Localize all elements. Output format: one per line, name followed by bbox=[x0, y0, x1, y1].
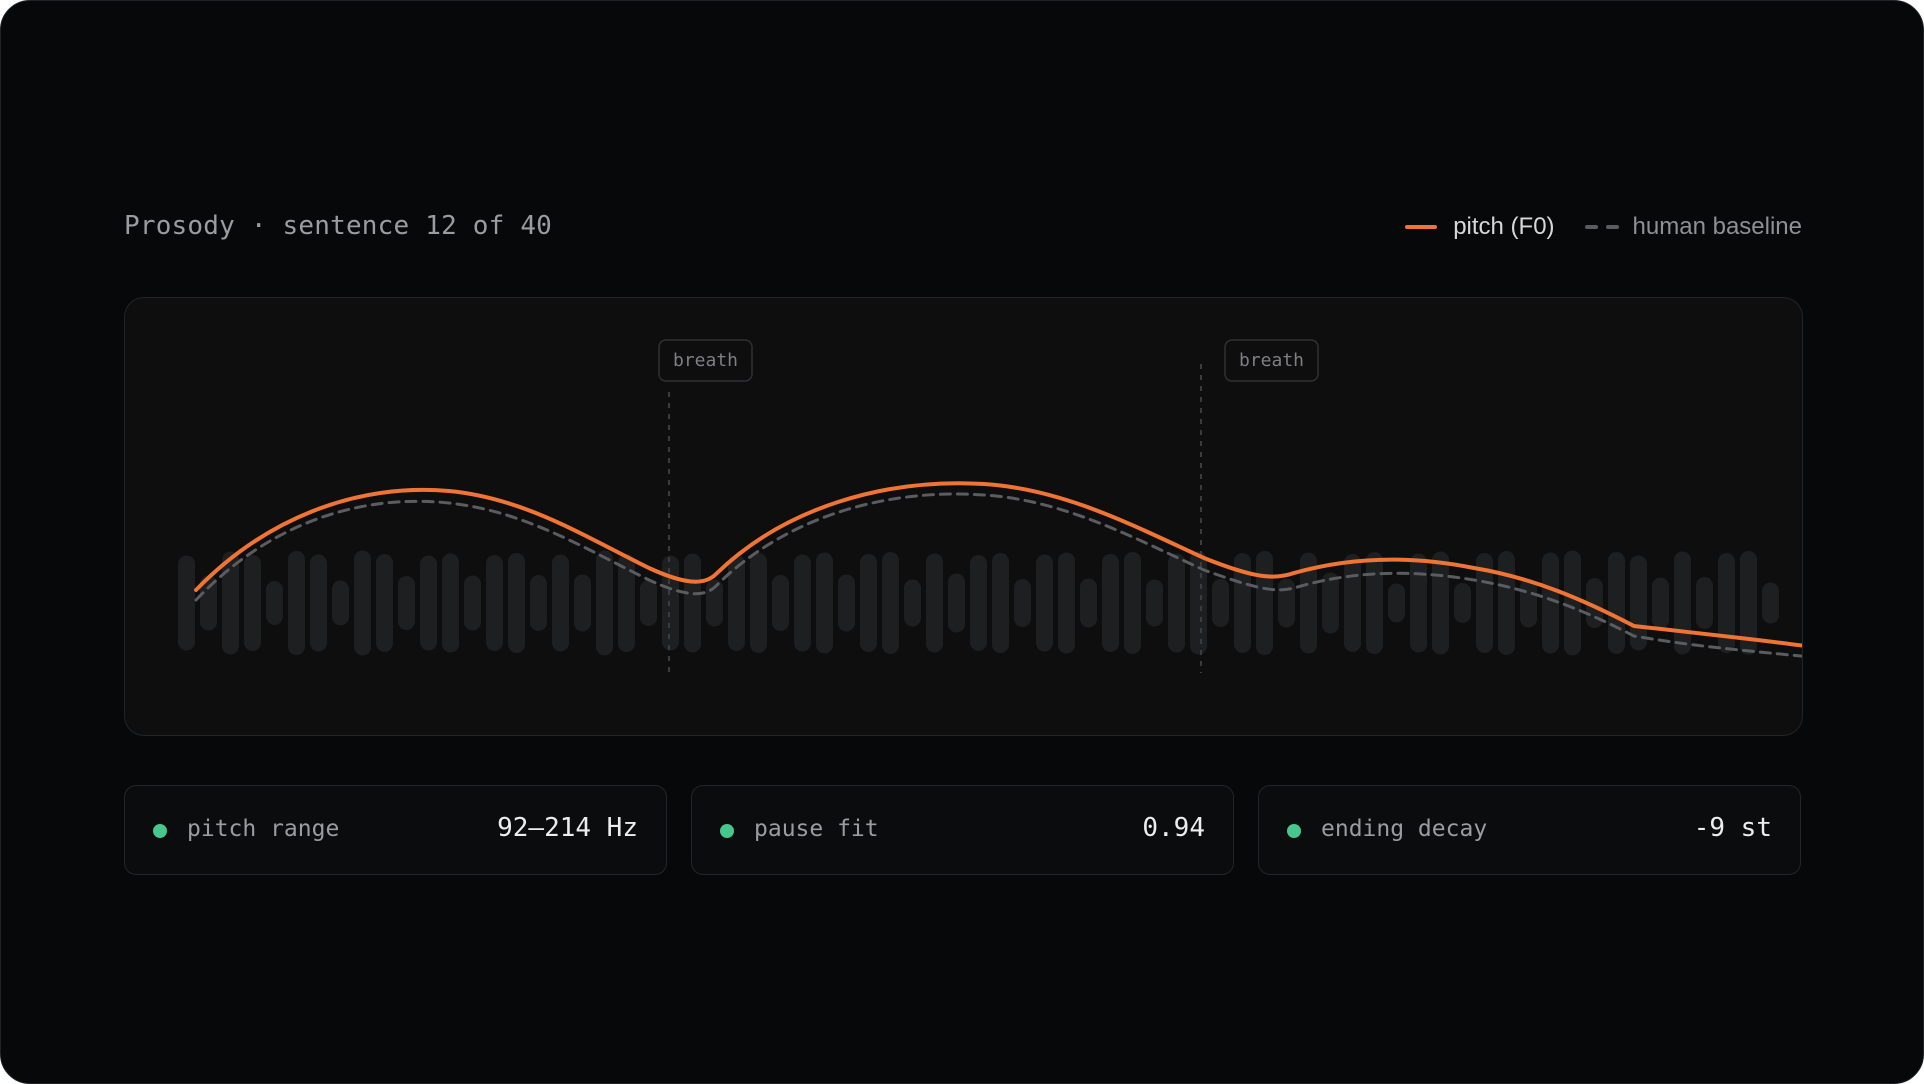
waveform-bar bbox=[992, 553, 1009, 653]
waveform-bar bbox=[574, 574, 591, 632]
waveform-bar bbox=[1278, 578, 1295, 628]
waveform-bar bbox=[618, 554, 635, 652]
stat-card-ending-decay: ending decay -9 st bbox=[1258, 785, 1801, 875]
waveform-bar bbox=[508, 553, 525, 653]
waveform-bar bbox=[398, 576, 415, 630]
app-window: Prosody · sentence 12 of 40 pitch (F0) h… bbox=[0, 0, 1924, 1084]
waveform-bar bbox=[244, 555, 261, 651]
waveform-bar bbox=[728, 555, 745, 651]
waveform-bar bbox=[1080, 578, 1097, 628]
stat-card-pitch-range: pitch range 92–214 Hz bbox=[124, 785, 667, 875]
waveform-bar bbox=[1366, 552, 1383, 654]
waveform-bar bbox=[1014, 579, 1031, 627]
waveform-bar bbox=[222, 551, 239, 655]
waveform-bar bbox=[596, 550, 613, 656]
waveform-bar bbox=[552, 554, 569, 652]
breath-tag-1: breath bbox=[658, 339, 753, 382]
stat-label: pause fit bbox=[754, 816, 879, 842]
waveform-bar bbox=[684, 553, 701, 653]
waveform-bars bbox=[178, 550, 1779, 656]
waveform-bar bbox=[970, 555, 987, 651]
waveform-bar bbox=[486, 555, 503, 651]
waveform-bar bbox=[1696, 577, 1713, 629]
prosody-plot: breath breath bbox=[178, 339, 1802, 673]
waveform-bar bbox=[1674, 551, 1691, 655]
stat-value: 0.94 bbox=[1142, 813, 1205, 843]
waveform-bar bbox=[926, 553, 943, 653]
status-dot-icon bbox=[720, 824, 734, 838]
legend-label-pitch: pitch (F0) bbox=[1453, 213, 1555, 240]
waveform-bar bbox=[1432, 551, 1449, 655]
breath-tag-2: breath bbox=[1224, 339, 1319, 382]
waveform-bar bbox=[1058, 552, 1075, 654]
waveform-bar bbox=[1454, 583, 1471, 623]
waveform-bar bbox=[772, 575, 789, 631]
pitch-swatch-icon bbox=[1405, 225, 1438, 229]
waveform-bar bbox=[420, 555, 437, 651]
page-title: Prosody · sentence 12 of 40 bbox=[124, 211, 553, 241]
stat-label: ending decay bbox=[1321, 816, 1488, 842]
waveform-bar bbox=[1498, 551, 1515, 655]
waveform-bar bbox=[354, 550, 371, 656]
waveform-bar bbox=[1388, 583, 1405, 623]
waveform-bar bbox=[1124, 552, 1141, 654]
waveform-bar bbox=[816, 552, 833, 654]
waveform-bar bbox=[1212, 579, 1229, 627]
waveform-bar bbox=[750, 553, 767, 653]
waveform-bar bbox=[530, 575, 547, 631]
waveform-bar bbox=[1762, 582, 1779, 624]
waveform-bar bbox=[288, 551, 305, 655]
waveform-bar bbox=[860, 554, 877, 652]
waveform-bar bbox=[464, 575, 481, 631]
waveform-bar bbox=[1608, 552, 1625, 654]
waveform-bar bbox=[376, 554, 393, 652]
waveform-bar bbox=[1036, 554, 1053, 652]
stat-card-pause-fit: pause fit 0.94 bbox=[691, 785, 1234, 875]
stat-value: -9 st bbox=[1693, 813, 1772, 843]
waveform-bar bbox=[1520, 578, 1537, 628]
legend-item-baseline: human baseline bbox=[1584, 213, 1802, 241]
waveform-bar bbox=[838, 574, 855, 632]
waveform-bar bbox=[882, 552, 899, 654]
legend: pitch (F0) human baseline bbox=[1405, 213, 1802, 241]
breath-tag-label-1: breath bbox=[673, 350, 738, 371]
waveform-bar bbox=[1256, 551, 1273, 655]
waveform-bar bbox=[948, 573, 965, 633]
prosody-panel: breath breath bbox=[124, 297, 1803, 736]
breath-tag-label-2: breath bbox=[1239, 350, 1304, 371]
waveform-bar bbox=[310, 554, 327, 652]
waveform-bar bbox=[332, 580, 349, 626]
waveform-bar bbox=[1564, 550, 1581, 656]
waveform-bar bbox=[1410, 553, 1427, 653]
status-dot-icon bbox=[153, 824, 167, 838]
waveform-bar bbox=[178, 555, 195, 651]
waveform-bar bbox=[1652, 577, 1669, 629]
legend-label-baseline: human baseline bbox=[1632, 213, 1802, 240]
waveform-bar bbox=[266, 581, 283, 625]
stat-label: pitch range bbox=[187, 816, 340, 842]
waveform-bar bbox=[442, 553, 459, 653]
waveform-bar bbox=[1102, 554, 1119, 652]
stat-value: 92–214 Hz bbox=[497, 813, 638, 843]
status-dot-icon bbox=[1287, 824, 1301, 838]
legend-item-pitch: pitch (F0) bbox=[1405, 213, 1584, 241]
waveform-bar bbox=[1168, 553, 1185, 653]
waveform-bar bbox=[794, 554, 811, 652]
waveform-bar bbox=[662, 555, 679, 651]
waveform-bar bbox=[1344, 554, 1361, 652]
waveform-bar bbox=[640, 580, 657, 626]
waveform-bar bbox=[1146, 579, 1163, 627]
baseline-swatch-icon bbox=[1584, 225, 1619, 229]
waveform-bar bbox=[904, 579, 921, 627]
